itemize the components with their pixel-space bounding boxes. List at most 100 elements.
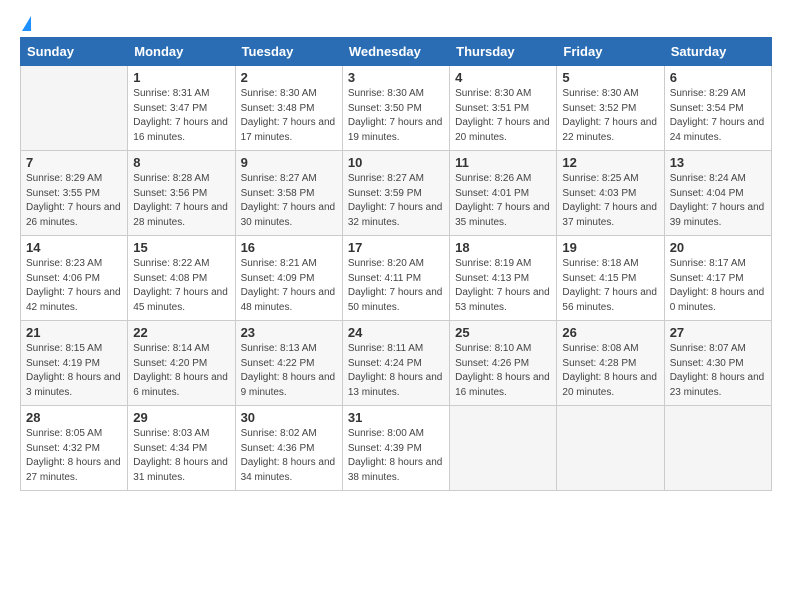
day-cell: 13Sunrise: 8:24 AMSunset: 4:04 PMDayligh… — [664, 151, 771, 236]
day-info: Sunrise: 8:10 AMSunset: 4:26 PMDaylight:… — [455, 343, 550, 398]
column-header-thursday: Thursday — [450, 38, 557, 66]
day-info: Sunrise: 8:29 AMSunset: 3:55 PMDaylight:… — [26, 173, 121, 228]
day-info: Sunrise: 8:30 AMSunset: 3:50 PMDaylight:… — [348, 88, 443, 143]
day-number: 15 — [133, 240, 229, 255]
day-cell: 22 Sunrise: 8:14 AMSunset: 4:20 PMDayligh… — [128, 321, 235, 406]
day-info: Sunrise: 8:11 AMSunset: 4:24 PMDaylight:… — [348, 343, 443, 398]
day-info: Sunrise: 8:03 AMSunset: 4:34 PMDaylight:… — [133, 428, 228, 483]
empty-cell — [450, 406, 557, 491]
day-number: 10 — [348, 155, 444, 170]
day-cell: 8Sunrise: 8:28 AMSunset: 3:56 PMDaylight… — [128, 151, 235, 236]
column-header-friday: Friday — [557, 38, 664, 66]
day-cell: 18 Sunrise: 8:19 AMSunset: 4:13 PMDayligh… — [450, 236, 557, 321]
day-cell: 1 Sunrise: 8:31 AMSunset: 3:47 PMDaylight… — [128, 66, 235, 151]
day-cell: 4 Sunrise: 8:30 AMSunset: 3:51 PMDaylight… — [450, 66, 557, 151]
calendar-week-row: 7 Sunrise: 8:29 AMSunset: 3:55 PMDaylight… — [21, 151, 772, 236]
day-info: Sunrise: 8:18 AMSunset: 4:15 PMDaylight:… — [562, 258, 657, 313]
day-number: 5 — [562, 70, 658, 85]
day-number: 3 — [348, 70, 444, 85]
day-number: 12 — [562, 155, 658, 170]
day-cell: 28 Sunrise: 8:05 AMSunset: 4:32 PMDayligh… — [21, 406, 128, 491]
day-info: Sunrise: 8:25 AMSunset: 4:03 PMDaylight:… — [562, 173, 657, 228]
day-number: 21 — [26, 325, 122, 340]
day-info: Sunrise: 8:29 AMSunset: 3:54 PMDaylight:… — [670, 88, 765, 143]
day-cell: 10Sunrise: 8:27 AMSunset: 3:59 PMDayligh… — [342, 151, 449, 236]
header — [20, 16, 772, 29]
day-number: 4 — [455, 70, 551, 85]
day-cell: 29 Sunrise: 8:03 AMSunset: 4:34 PMDayligh… — [128, 406, 235, 491]
day-info: Sunrise: 8:30 AMSunset: 3:52 PMDaylight:… — [562, 88, 657, 143]
day-cell: 19 Sunrise: 8:18 AMSunset: 4:15 PMDayligh… — [557, 236, 664, 321]
day-info: Sunrise: 8:02 AMSunset: 4:36 PMDaylight:… — [241, 428, 336, 483]
day-cell: 24Sunrise: 8:11 AMSunset: 4:24 PMDayligh… — [342, 321, 449, 406]
day-cell: 11 Sunrise: 8:26 AMSunset: 4:01 PMDayligh… — [450, 151, 557, 236]
calendar-week-row: 28 Sunrise: 8:05 AMSunset: 4:32 PMDayligh… — [21, 406, 772, 491]
day-cell: 30 Sunrise: 8:02 AMSunset: 4:36 PMDayligh… — [235, 406, 342, 491]
day-info: Sunrise: 8:30 AMSunset: 3:51 PMDaylight:… — [455, 88, 550, 143]
calendar-week-row: 1 Sunrise: 8:31 AMSunset: 3:47 PMDaylight… — [21, 66, 772, 151]
calendar-header-row: SundayMondayTuesdayWednesdayThursdayFrid… — [21, 38, 772, 66]
day-number: 14 — [26, 240, 122, 255]
day-info: Sunrise: 8:24 AMSunset: 4:04 PMDaylight:… — [670, 173, 765, 228]
day-number: 11 — [455, 155, 551, 170]
day-cell: 2 Sunrise: 8:30 AMSunset: 3:48 PMDaylight… — [235, 66, 342, 151]
day-info: Sunrise: 8:14 AMSunset: 4:20 PMDaylight:… — [133, 343, 228, 398]
day-info: Sunrise: 8:19 AMSunset: 4:13 PMDaylight:… — [455, 258, 550, 313]
day-number: 2 — [241, 70, 337, 85]
day-info: Sunrise: 8:31 AMSunset: 3:47 PMDaylight:… — [133, 88, 228, 143]
day-cell: 14 Sunrise: 8:23 AMSunset: 4:06 PMDayligh… — [21, 236, 128, 321]
day-info: Sunrise: 8:07 AMSunset: 4:30 PMDaylight:… — [670, 343, 765, 398]
column-header-saturday: Saturday — [664, 38, 771, 66]
day-info: Sunrise: 8:30 AMSunset: 3:48 PMDaylight:… — [241, 88, 336, 143]
day-info: Sunrise: 8:00 AMSunset: 4:39 PMDaylight:… — [348, 428, 443, 483]
day-number: 18 — [455, 240, 551, 255]
column-header-sunday: Sunday — [21, 38, 128, 66]
day-number: 17 — [348, 240, 444, 255]
day-info: Sunrise: 8:17 AMSunset: 4:17 PMDaylight:… — [670, 258, 765, 313]
day-number: 20 — [670, 240, 766, 255]
day-cell: 12 Sunrise: 8:25 AMSunset: 4:03 PMDayligh… — [557, 151, 664, 236]
day-number: 22 — [133, 325, 229, 340]
calendar-week-row: 21 Sunrise: 8:15 AMSunset: 4:19 PMDayligh… — [21, 321, 772, 406]
day-number: 9 — [241, 155, 337, 170]
day-cell: 7 Sunrise: 8:29 AMSunset: 3:55 PMDaylight… — [21, 151, 128, 236]
day-number: 29 — [133, 410, 229, 425]
day-cell: 15 Sunrise: 8:22 AMSunset: 4:08 PMDayligh… — [128, 236, 235, 321]
calendar-table: SundayMondayTuesdayWednesdayThursdayFrid… — [20, 37, 772, 491]
day-number: 19 — [562, 240, 658, 255]
day-number: 25 — [455, 325, 551, 340]
day-cell: 23 Sunrise: 8:13 AMSunset: 4:22 PMDayligh… — [235, 321, 342, 406]
day-cell: 20 Sunrise: 8:17 AMSunset: 4:17 PMDayligh… — [664, 236, 771, 321]
day-number: 30 — [241, 410, 337, 425]
column-header-tuesday: Tuesday — [235, 38, 342, 66]
day-number: 28 — [26, 410, 122, 425]
day-cell: 17 Sunrise: 8:20 AMSunset: 4:11 PMDayligh… — [342, 236, 449, 321]
day-info: Sunrise: 8:13 AMSunset: 4:22 PMDaylight:… — [241, 343, 336, 398]
empty-cell — [557, 406, 664, 491]
day-number: 31 — [348, 410, 444, 425]
day-cell: 25 Sunrise: 8:10 AMSunset: 4:26 PMDayligh… — [450, 321, 557, 406]
day-cell: 31 Sunrise: 8:00 AMSunset: 4:39 PMDayligh… — [342, 406, 449, 491]
day-number: 23 — [241, 325, 337, 340]
day-number: 7 — [26, 155, 122, 170]
day-info: Sunrise: 8:26 AMSunset: 4:01 PMDaylight:… — [455, 173, 550, 228]
day-info: Sunrise: 8:15 AMSunset: 4:19 PMDaylight:… — [26, 343, 121, 398]
day-number: 6 — [670, 70, 766, 85]
day-cell: 9 Sunrise: 8:27 AMSunset: 3:58 PMDaylight… — [235, 151, 342, 236]
day-cell: 6 Sunrise: 8:29 AMSunset: 3:54 PMDaylight… — [664, 66, 771, 151]
column-header-monday: Monday — [128, 38, 235, 66]
day-info: Sunrise: 8:27 AMSunset: 3:58 PMDaylight:… — [241, 173, 336, 228]
day-info: Sunrise: 8:05 AMSunset: 4:32 PMDaylight:… — [26, 428, 121, 483]
day-info: Sunrise: 8:20 AMSunset: 4:11 PMDaylight:… — [348, 258, 443, 313]
logo — [20, 16, 31, 29]
empty-cell — [21, 66, 128, 151]
day-info: Sunrise: 8:21 AMSunset: 4:09 PMDaylight:… — [241, 258, 336, 313]
day-number: 26 — [562, 325, 658, 340]
empty-cell — [664, 406, 771, 491]
day-info: Sunrise: 8:08 AMSunset: 4:28 PMDaylight:… — [562, 343, 657, 398]
day-number: 8 — [133, 155, 229, 170]
day-info: Sunrise: 8:23 AMSunset: 4:06 PMDaylight:… — [26, 258, 121, 313]
day-number: 1 — [133, 70, 229, 85]
day-info: Sunrise: 8:22 AMSunset: 4:08 PMDaylight:… — [133, 258, 228, 313]
day-cell: 21 Sunrise: 8:15 AMSunset: 4:19 PMDayligh… — [21, 321, 128, 406]
